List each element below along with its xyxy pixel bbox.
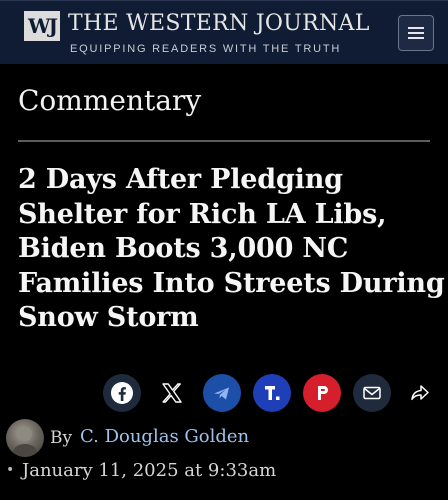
author-prefix: By <box>50 428 73 448</box>
x-logo-icon <box>162 383 182 403</box>
paper-plane-icon <box>214 387 229 400</box>
author-avatar[interactable] <box>6 419 44 457</box>
site-brand-name[interactable]: THE WESTERN JOURNAL <box>68 11 370 36</box>
author-photo <box>11 427 39 457</box>
truth-social-icon <box>265 386 280 400</box>
truth-social-share-button[interactable] <box>253 374 291 412</box>
parler-icon <box>318 386 328 400</box>
menu-button[interactable] <box>398 15 434 51</box>
publish-date: January 11, 2025 at 9:33am <box>22 460 277 481</box>
share-bar <box>0 373 448 415</box>
more-share-button[interactable] <box>401 374 439 412</box>
headline-line: Snow Storm <box>18 302 199 333</box>
site-tagline: EQUIPPING READERS WITH THE TRUTH <box>70 43 342 55</box>
telegram-share-button[interactable] <box>203 374 241 412</box>
x-share-button[interactable] <box>153 374 191 412</box>
headline-line: Shelter for Rich LA Libs, <box>18 198 387 230</box>
date-bullet: • <box>6 462 15 478</box>
parler-share-button[interactable] <box>303 374 341 412</box>
article-headline: 2 Days After Pledging Shelter for Rich L… <box>18 163 445 336</box>
site-logo[interactable]: WJ <box>24 11 60 41</box>
share-arrow-icon <box>411 385 429 401</box>
hamburger-menu-icon <box>408 27 424 39</box>
facebook-icon <box>111 382 133 404</box>
headline-line: 2 Days After Pledging <box>18 164 343 195</box>
facebook-share-button[interactable] <box>103 374 141 412</box>
site-header: WJ THE WESTERN JOURNAL EQUIPPING READERS… <box>0 0 448 64</box>
section-divider <box>18 140 430 142</box>
email-share-button[interactable] <box>353 374 391 412</box>
author-link[interactable]: C. Douglas Golden <box>80 426 249 447</box>
headline-line: Families Into Streets During <box>18 267 445 299</box>
section-label[interactable]: Commentary <box>18 84 201 117</box>
headline-line: Biden Boots 3,000 NC <box>18 233 349 264</box>
envelope-icon <box>363 386 381 400</box>
